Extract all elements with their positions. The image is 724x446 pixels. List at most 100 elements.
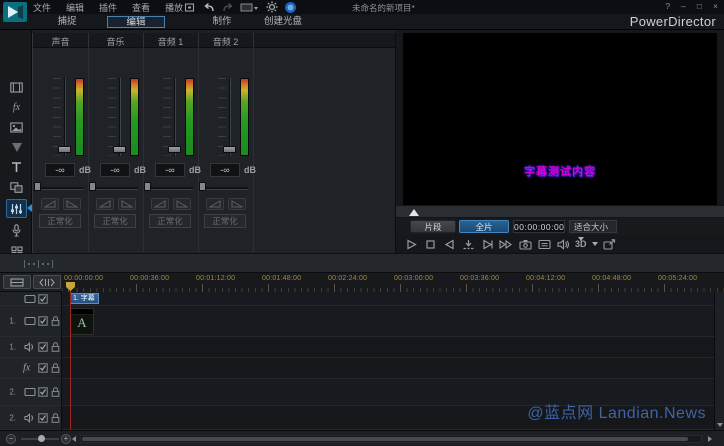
menu-plugins[interactable]: 插件 xyxy=(96,1,120,14)
timeline-vertical-scrollbar[interactable] xyxy=(714,292,724,430)
fast-forward-button[interactable] xyxy=(499,238,513,251)
fade-in-button[interactable] xyxy=(151,198,169,210)
track-enable-checkbox[interactable] xyxy=(38,387,48,397)
normalize-button[interactable]: 正常化 xyxy=(94,214,136,228)
effect-room-icon[interactable]: fx xyxy=(9,100,24,115)
track-lock-icon[interactable] xyxy=(51,387,60,398)
menu-file[interactable]: 文件 xyxy=(30,1,54,14)
timeline-zoom-slider-handle[interactable] xyxy=(38,435,45,442)
aspect-ratio-dropdown-icon[interactable] xyxy=(240,1,259,13)
volume-fader-thumb[interactable] xyxy=(113,146,126,153)
playhead-line[interactable] xyxy=(70,292,71,430)
particle-room-icon[interactable] xyxy=(9,140,24,155)
jump-marker-button[interactable] xyxy=(461,238,475,251)
help-button[interactable]: ? xyxy=(665,1,670,11)
volume-fader-track[interactable] xyxy=(229,78,231,156)
track-lock-icon[interactable] xyxy=(51,412,60,423)
track-lane-video-1[interactable]: A xyxy=(62,306,714,337)
pan-slider-thumb[interactable] xyxy=(199,182,206,191)
track-lane-title[interactable]: 1. 字幕 xyxy=(62,292,714,306)
zoom-out-button[interactable]: − xyxy=(6,434,16,444)
gain-value[interactable]: -∞ xyxy=(155,163,185,177)
pip-objects-room-icon[interactable] xyxy=(9,120,24,135)
pan-slider-track[interactable] xyxy=(146,187,193,190)
pan-slider-track[interactable] xyxy=(36,187,83,190)
volume-fader-track[interactable] xyxy=(64,78,66,156)
tab-produce[interactable]: 制作 xyxy=(198,16,246,28)
horizontal-scrollbar-thumb[interactable] xyxy=(82,437,688,441)
normalize-button[interactable]: 正常化 xyxy=(149,214,191,228)
media-room-icon[interactable] xyxy=(9,80,24,95)
voice-over-room-icon[interactable] xyxy=(9,223,24,238)
timeline-ruler[interactable]: 00:00:00:00 00:00:36:00 00:01:12:00 00:0… xyxy=(62,273,724,292)
track-lock-icon[interactable] xyxy=(51,342,60,353)
track-lane-effect[interactable] xyxy=(62,358,714,379)
pan-slider-thumb[interactable] xyxy=(89,182,96,191)
fade-in-button[interactable] xyxy=(41,198,59,210)
pan-slider-thumb[interactable] xyxy=(34,182,41,191)
range-select-button[interactable] xyxy=(33,275,61,289)
menu-edit[interactable]: 编辑 xyxy=(63,1,87,14)
volume-fader-track[interactable] xyxy=(174,78,176,156)
fade-out-button[interactable] xyxy=(63,198,81,210)
scroll-right-arrow-icon[interactable] xyxy=(708,436,712,442)
preview-video-area[interactable]: 字幕测试内容 xyxy=(403,33,717,205)
track-lock-icon[interactable] xyxy=(51,316,60,327)
cyberlink-account-icon[interactable] xyxy=(284,1,297,13)
track-manager-button[interactable] xyxy=(3,275,31,289)
scroll-down-arrow-icon[interactable] xyxy=(717,423,723,427)
seek-bar[interactable] xyxy=(396,205,724,218)
panel-splitter[interactable] xyxy=(0,253,724,273)
normalize-button[interactable]: 正常化 xyxy=(204,214,246,228)
volume-fader-thumb[interactable] xyxy=(223,146,236,153)
normalize-button[interactable]: 正常化 xyxy=(39,214,81,228)
minimize-button[interactable]: – xyxy=(681,1,686,11)
audio-mixing-room-icon[interactable] xyxy=(6,199,27,218)
volume-fader-thumb[interactable] xyxy=(168,146,181,153)
fade-out-button[interactable] xyxy=(118,198,136,210)
gain-value[interactable]: -∞ xyxy=(210,163,240,177)
play-button[interactable] xyxy=(404,238,418,251)
3d-dropdown-caret-icon[interactable] xyxy=(591,242,598,246)
fade-in-button[interactable] xyxy=(206,198,224,210)
pan-slider-thumb[interactable] xyxy=(144,182,151,191)
close-button[interactable]: × xyxy=(713,1,718,11)
track-enable-checkbox[interactable] xyxy=(38,363,48,373)
pan-slider-track[interactable] xyxy=(201,187,248,190)
tab-edit[interactable]: 编辑 xyxy=(107,16,165,28)
next-frame-button[interactable] xyxy=(480,238,494,251)
snapshot-button[interactable] xyxy=(518,238,532,251)
track-enable-checkbox[interactable] xyxy=(38,412,48,423)
volume-button[interactable] xyxy=(556,238,570,251)
fade-out-button[interactable] xyxy=(173,198,191,210)
maximize-button[interactable]: □ xyxy=(697,1,702,11)
stop-button[interactable] xyxy=(423,238,437,251)
zoom-in-button[interactable]: + xyxy=(61,434,71,444)
movie-mode-button[interactable]: 全片 xyxy=(459,220,509,233)
scroll-left-arrow-icon[interactable] xyxy=(72,436,76,442)
redo-icon[interactable] xyxy=(221,1,234,13)
track-lock-icon[interactable] xyxy=(51,363,60,374)
title-video-clip[interactable]: A xyxy=(70,308,94,335)
fade-out-button[interactable] xyxy=(228,198,246,210)
subtitle-clip[interactable]: 1. 字幕 xyxy=(70,293,99,304)
zoom-fit-dropdown[interactable]: 适合大小 xyxy=(569,220,617,241)
settings-gear-icon[interactable] xyxy=(265,1,278,13)
previous-frame-button[interactable] xyxy=(442,238,456,251)
tab-create-disc[interactable]: 创建光盘 xyxy=(252,16,314,28)
undock-preview-button[interactable] xyxy=(603,238,617,251)
timeline-horizontal-scrollbar[interactable] xyxy=(80,435,702,443)
transition-room-icon[interactable] xyxy=(9,180,24,195)
title-room-icon[interactable] xyxy=(9,160,24,175)
gain-value[interactable]: -∞ xyxy=(45,163,75,177)
volume-fader-thumb[interactable] xyxy=(58,146,71,153)
track-enable-checkbox[interactable] xyxy=(38,316,48,326)
3d-mode-button[interactable]: 3D xyxy=(575,239,587,249)
track-enable-checkbox[interactable] xyxy=(38,293,48,304)
volume-fader-track[interactable] xyxy=(119,78,121,156)
fade-in-button[interactable] xyxy=(96,198,114,210)
gain-value[interactable]: -∞ xyxy=(100,163,130,177)
pan-slider-track[interactable] xyxy=(91,187,138,190)
seek-position-marker[interactable] xyxy=(409,209,419,216)
clip-mode-button[interactable]: 片段 xyxy=(410,220,456,233)
